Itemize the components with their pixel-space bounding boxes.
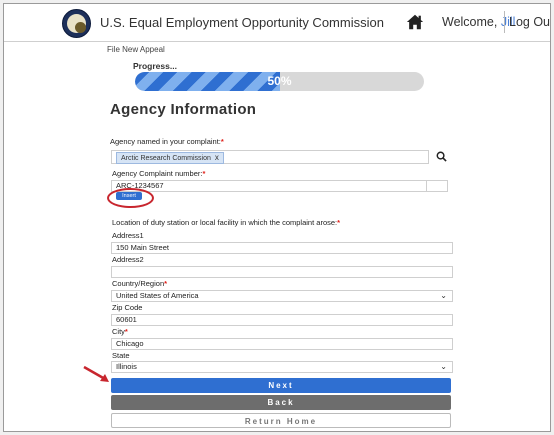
selected-agency-text: Arctic Research Commission	[121, 155, 211, 162]
country-label: Country/Region*	[112, 279, 168, 288]
progress-percent: 50%	[267, 74, 292, 88]
required-mark: *	[220, 137, 224, 146]
welcome-label: Welcome,	[442, 15, 498, 29]
country-selected-value: United States of America	[116, 291, 199, 300]
complaint-number-field[interactable]: ARC-1234567	[111, 180, 427, 192]
address2-label: Address2	[112, 255, 144, 264]
app-title: U.S. Equal Employment Opportunity Commis…	[100, 15, 384, 30]
eeoc-seal-logo	[62, 9, 91, 38]
logout-link[interactable]: Log Out	[504, 11, 550, 33]
next-button[interactable]: Next	[111, 378, 451, 393]
return-home-button[interactable]: Return Home	[111, 413, 451, 428]
zip-label: Zip Code	[112, 303, 143, 312]
annotation-arrow-icon	[83, 365, 109, 382]
chevron-down-icon: ⌄	[440, 291, 447, 300]
address2-field[interactable]	[111, 266, 453, 278]
complaint-number-label: Agency Complaint number:*	[112, 169, 206, 178]
address1-label: Address1	[112, 231, 144, 240]
page-title: Agency Information	[110, 101, 257, 118]
progress-label: Progress...	[133, 61, 177, 71]
highlight-annotation-circle	[107, 188, 154, 208]
app-window: U.S. Equal Employment Opportunity Commis…	[3, 3, 551, 432]
state-selected-value: Illinois	[116, 362, 137, 371]
city-label: City*	[112, 327, 128, 336]
home-icon[interactable]	[406, 13, 424, 31]
state-label: State	[112, 351, 130, 360]
address1-field[interactable]: 150 Main Street	[111, 242, 453, 254]
country-select[interactable]: United States of America ⌄	[111, 290, 453, 302]
agency-named-label: Agency named in your complaint:*	[110, 137, 224, 146]
state-select[interactable]: Illinois ⌄	[111, 361, 453, 373]
required-mark: *	[124, 327, 128, 336]
back-button[interactable]: Back	[111, 395, 451, 410]
required-mark: *	[164, 279, 168, 288]
complaint-number-extra-field[interactable]	[426, 180, 448, 192]
required-mark: *	[202, 169, 206, 178]
header: U.S. Equal Employment Opportunity Commis…	[4, 4, 550, 42]
city-field[interactable]: Chicago	[111, 338, 453, 350]
zip-code-field[interactable]: 60601	[111, 314, 453, 326]
location-label: Location of duty station or local facili…	[112, 218, 341, 227]
required-mark: *	[337, 218, 341, 227]
search-icon[interactable]	[436, 151, 447, 162]
progress-bar: 50%	[135, 72, 424, 91]
remove-tag-icon[interactable]: x	[215, 153, 219, 162]
selected-agency-tag: Arctic Research Commission x	[116, 152, 224, 164]
breadcrumb: File New Appeal	[107, 45, 165, 54]
chevron-down-icon: ⌄	[440, 362, 447, 371]
